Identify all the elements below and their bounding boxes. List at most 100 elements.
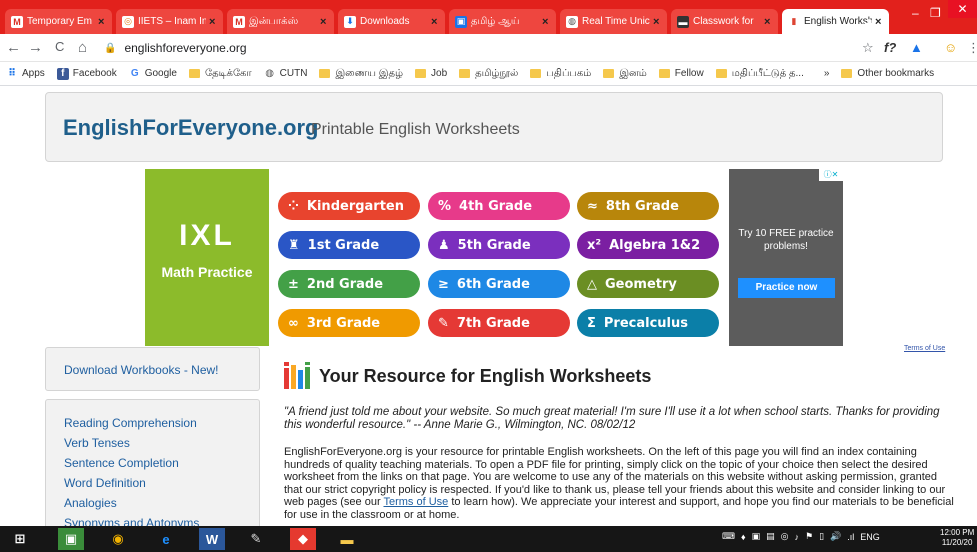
bookmark-item[interactable]: இனம் <box>603 68 647 80</box>
address-bar[interactable]: 🔒 englishforeveryone.org <box>104 37 844 59</box>
tray-icon[interactable]: ▤ <box>766 531 775 542</box>
browser-toolbar: ← → C ⌂ 🔒 englishforeveryone.org ☆ f? ▲ … <box>0 34 977 62</box>
download-icon: ⬇ <box>344 15 356 28</box>
bookmark-item[interactable]: f Facebook <box>56 67 117 80</box>
sidebar-topic-link[interactable]: Verb Tenses <box>64 436 130 450</box>
grade-button[interactable]: ≥6th Grade <box>428 270 570 298</box>
grade-button[interactable]: ≈8th Grade <box>577 192 719 220</box>
ixl-logo-panel[interactable]: IXL Math Practice <box>145 169 269 346</box>
tray-icon[interactable]: ▣ <box>752 531 761 542</box>
restore-button[interactable]: ❐ <box>930 6 941 20</box>
forward-button[interactable]: → <box>28 39 43 56</box>
grade-button[interactable]: ∞ 3rd Grade <box>278 309 420 337</box>
download-workbooks-link[interactable]: Download Workbooks - New! <box>64 363 219 377</box>
tray-icon[interactable]: ◎ <box>781 531 789 542</box>
site-title[interactable]: EnglishForEveryone.org <box>63 115 319 141</box>
close-tab-icon[interactable]: × <box>209 16 219 28</box>
browser-tab[interactable]: M இன்பாக்ஸ் × <box>227 9 334 34</box>
system-clock[interactable]: 12:00 PM 11/20/20 <box>940 528 974 548</box>
browser-tab[interactable]: ⬇ Downloads × <box>338 9 445 34</box>
back-button[interactable]: ← <box>6 39 21 56</box>
ad-promo-panel[interactable]: Try 10 FREE practice problems! Practice … <box>729 169 843 346</box>
tray-icon[interactable]: ⚑ <box>805 531 813 542</box>
bookmark-item[interactable]: பதிப்பகம் <box>530 68 591 80</box>
tray-icon[interactable]: 🔊 <box>830 531 841 542</box>
close-tab-icon[interactable]: × <box>542 16 552 28</box>
tray-icon[interactable]: ♪ <box>794 532 799 542</box>
tray-icon[interactable]: ♦ <box>741 532 746 542</box>
close-tab-icon[interactable]: × <box>431 16 441 28</box>
bookmark-item[interactable]: மதிப்பீட்டுத் த... <box>715 68 804 80</box>
bookmark-star-icon[interactable]: ☆ <box>862 40 874 56</box>
extension-icon[interactable]: ☺ <box>944 40 957 55</box>
browser-tab[interactable]: ▬ Classwork for × <box>671 9 778 34</box>
adchoices-icon[interactable]: ⓘ✕ <box>819 169 843 181</box>
bookmark-item[interactable]: தேடிக்கோ <box>188 68 252 80</box>
grade-label: 1st Grade <box>307 237 380 253</box>
browser-tab[interactable]: ◎ IIETS – Inam Inf × <box>116 9 223 34</box>
close-tab-icon[interactable]: × <box>875 16 885 28</box>
start-button-icon[interactable]: ⊞ <box>7 528 33 550</box>
new-tab-button[interactable]: + <box>864 14 875 35</box>
bookmark-item[interactable]: Other bookmarks <box>841 68 934 79</box>
home-button[interactable]: ⌂ <box>78 39 87 56</box>
tray-icon[interactable]: ⌨ <box>722 531 735 542</box>
gmail-icon: M <box>233 15 245 28</box>
grade-button[interactable]: ♟ 5th Grade <box>428 231 570 259</box>
word-app-icon[interactable]: W <box>199 528 225 550</box>
store-app-icon[interactable]: ▣ <box>58 528 84 550</box>
minimize-button[interactable]: – <box>912 6 919 20</box>
tray-icon[interactable]: .ıl <box>847 532 854 542</box>
tray-icon[interactable]: ENG <box>860 532 880 542</box>
bookmark-item[interactable]: ⠿ Apps <box>6 68 45 80</box>
sidebar-topic-link[interactable]: Word Definition <box>64 476 146 490</box>
tray-icon[interactable]: ▯ <box>819 531 824 542</box>
extension-fx-icon[interactable]: f? <box>884 40 896 55</box>
grade-button[interactable]: ⁘ Kindergarten <box>278 192 420 220</box>
grade-button[interactable]: ♜ 1st Grade <box>278 231 420 259</box>
browser-tab[interactable]: ◍ Real Time Unic × <box>560 9 667 34</box>
bookmark-item[interactable]: ◍ CUTN <box>264 68 307 80</box>
grade-button[interactable]: ✎ 7th Grade <box>428 309 570 337</box>
chrome-app-icon[interactable]: ◉ <box>105 528 131 550</box>
bookmark-item[interactable]: » <box>824 68 830 79</box>
grade-button[interactable]: △ Geometry <box>577 270 719 298</box>
ie-app-icon[interactable]: e <box>153 528 179 550</box>
bookmark-item[interactable]: தமிழ்நூல் <box>459 68 518 80</box>
grade-button[interactable]: % 4th Grade <box>428 192 570 220</box>
explorer-app-icon[interactable]: ▬ <box>334 528 360 550</box>
close-window-button[interactable]: ✕ <box>948 0 977 18</box>
grade-label: 2nd Grade <box>306 276 384 292</box>
browser-tab[interactable]: M Temporary Em × <box>5 9 112 34</box>
grade-symbol-icon: ± <box>288 276 299 292</box>
books-icon <box>284 362 310 389</box>
browser-tab[interactable]: ▣ தமிழ் ஆய் × <box>449 9 556 34</box>
close-tab-icon[interactable]: × <box>653 16 663 28</box>
chrome-menu-icon[interactable]: ⋮ <box>967 40 977 56</box>
reload-button[interactable]: C <box>55 39 64 54</box>
sidebar-topic-link[interactable]: Analogies <box>64 496 117 510</box>
bookmark-item[interactable]: இணைய இதழ் <box>319 68 403 80</box>
ad-terms-link[interactable]: Terms of Use <box>904 345 945 352</box>
bookmark-item[interactable]: G Google <box>129 68 177 80</box>
close-tab-icon[interactable]: × <box>98 16 108 28</box>
grade-button[interactable]: ±2nd Grade <box>278 270 420 298</box>
grade-symbol-icon: △ <box>587 276 597 292</box>
practice-now-button[interactable]: Practice now <box>738 278 835 298</box>
grade-button[interactable]: Σ Precalculus <box>577 309 719 337</box>
bookmark-item[interactable]: Job <box>415 68 447 79</box>
extension-drive-icon[interactable]: ▲ <box>910 40 923 55</box>
close-tab-icon[interactable]: × <box>764 16 774 28</box>
grade-button[interactable]: x² Algebra 1&2 <box>577 231 719 259</box>
sidebar-topic-link[interactable]: Reading Comprehension <box>64 416 197 430</box>
ixl-advertisement[interactable]: IXL Math Practice ⁘ Kindergarten % 4th Grad… <box>145 169 843 346</box>
folder-icon <box>715 69 727 78</box>
gmail-icon: M <box>11 15 23 28</box>
bookmark-item[interactable]: Fellow <box>658 68 704 79</box>
terms-of-use-link[interactable]: Terms of Use <box>383 496 448 508</box>
close-tab-icon[interactable]: × <box>320 16 330 28</box>
anydesk-app-icon[interactable]: ◆ <box>290 528 316 550</box>
sidebar-topic-link[interactable]: Sentence Completion <box>64 456 179 470</box>
paint-app-icon[interactable]: ✎ <box>243 528 269 550</box>
sidebar-topic-link[interactable]: Synonyms and Antonyms <box>64 516 199 526</box>
